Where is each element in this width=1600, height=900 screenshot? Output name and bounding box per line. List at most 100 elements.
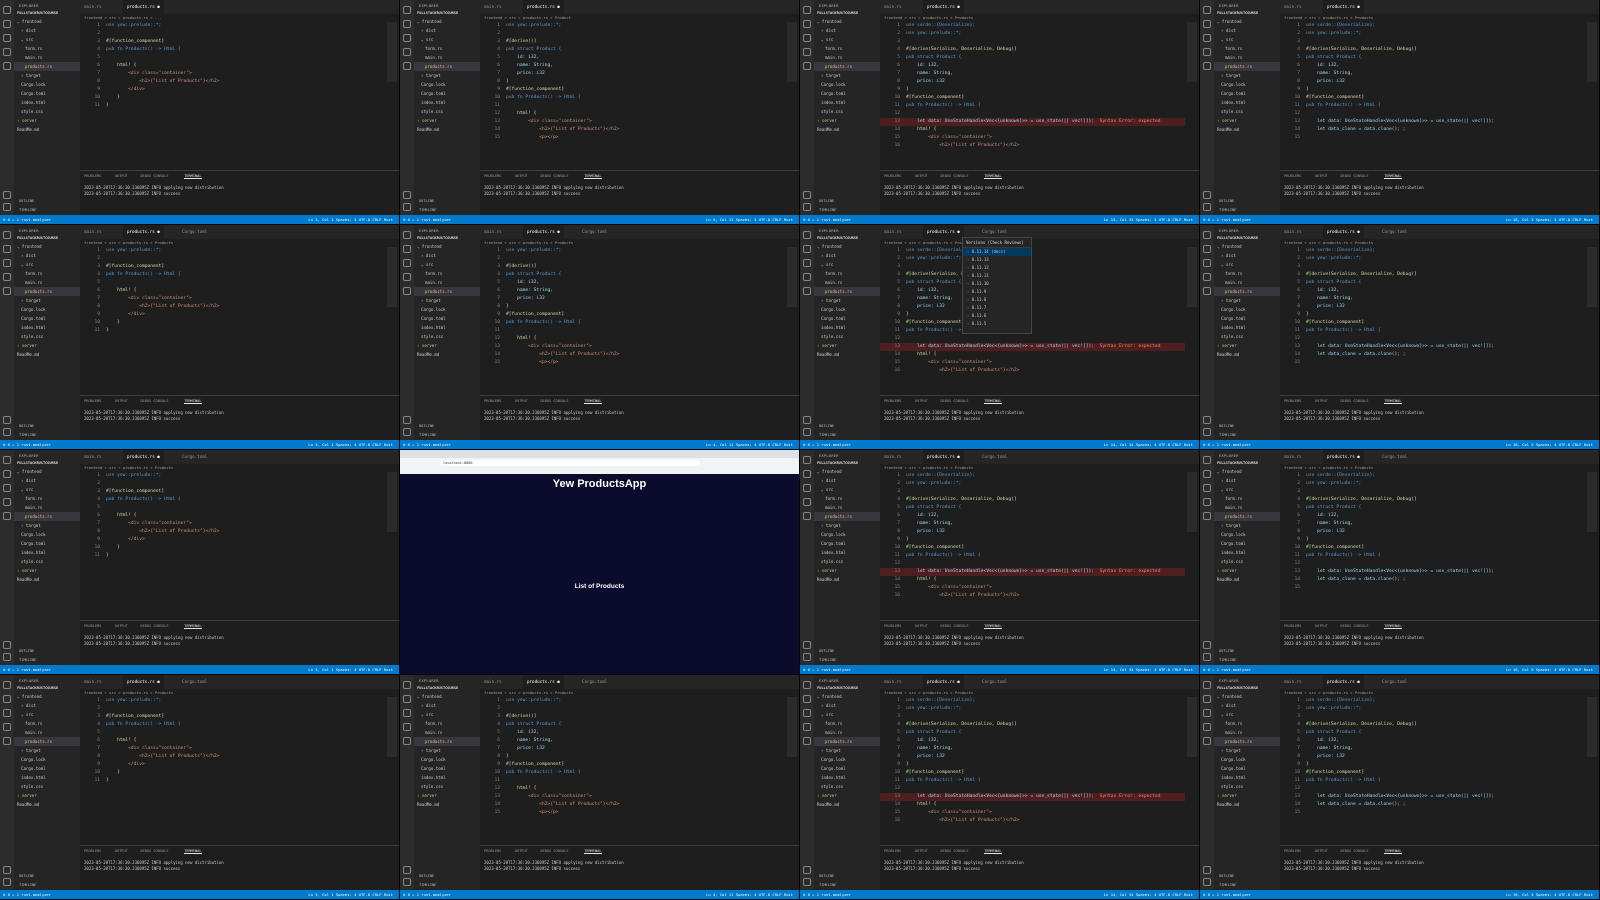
tree-file[interactable]: form.rs bbox=[14, 494, 80, 503]
gear-icon[interactable] bbox=[3, 203, 11, 211]
tab-products-rs[interactable]: products.rs ● bbox=[123, 450, 164, 464]
tree-file[interactable]: ReadMe.md bbox=[14, 125, 80, 134]
tree-file[interactable]: Cargo.lock bbox=[1214, 305, 1280, 314]
panel-tab-debug-console[interactable]: DEBUG CONSOLE bbox=[140, 399, 168, 403]
extensions-icon[interactable] bbox=[3, 737, 11, 745]
panel-tab-output[interactable]: OUTPUT bbox=[1315, 174, 1328, 178]
tree-folder[interactable]: › server bbox=[814, 341, 880, 350]
explorer-icon[interactable] bbox=[803, 231, 811, 239]
tab-main-rs[interactable]: main.rs bbox=[880, 675, 906, 689]
tab-Cargo-toml[interactable]: Cargo.toml bbox=[1378, 450, 1411, 464]
search-icon[interactable] bbox=[803, 695, 811, 703]
tree-file[interactable]: main.rs bbox=[814, 53, 880, 62]
extensions-icon[interactable] bbox=[803, 737, 811, 745]
timeline-section[interactable]: TIMELINE bbox=[19, 658, 36, 662]
panel-tab-problems[interactable]: PROBLEMS bbox=[84, 399, 101, 403]
panel-tab-problems[interactable]: PROBLEMS bbox=[484, 849, 501, 853]
search-icon[interactable] bbox=[1203, 245, 1211, 253]
tree-file[interactable]: style.css bbox=[1214, 332, 1280, 341]
search-icon[interactable] bbox=[403, 695, 411, 703]
tree-file[interactable]: ReadMe.md bbox=[1214, 800, 1280, 809]
search-icon[interactable] bbox=[803, 20, 811, 28]
version-option[interactable]: ◦ 0.11.13 bbox=[963, 256, 1031, 264]
tree-folder[interactable]: ⌄ src bbox=[814, 260, 880, 269]
tree-folder[interactable]: ⌄ src bbox=[1214, 35, 1280, 44]
versions-popup[interactable]: Versions (Check Reviews) ◦ 0.11.14 (docs)… bbox=[962, 237, 1032, 334]
tree-file[interactable]: index.html bbox=[14, 98, 80, 107]
tree-file[interactable]: style.css bbox=[414, 332, 480, 341]
debug-icon[interactable] bbox=[3, 498, 11, 506]
tab-products-rs[interactable]: products.rs ● bbox=[123, 0, 164, 14]
tree-file[interactable]: index.html bbox=[814, 548, 880, 557]
tree-file[interactable]: style.css bbox=[14, 332, 80, 341]
explorer-icon[interactable] bbox=[1203, 681, 1211, 689]
panel-tab-terminal[interactable]: TERMINAL bbox=[584, 174, 602, 179]
timeline-section[interactable]: TIMELINE bbox=[819, 208, 836, 212]
gear-icon[interactable] bbox=[1203, 203, 1211, 211]
panel-tab-debug-console[interactable]: DEBUG CONSOLE bbox=[1340, 174, 1368, 178]
tab-main-rs[interactable]: main.rs bbox=[1280, 225, 1306, 239]
status-right[interactable]: Ln 4, Col 11 Spaces: 4 UTF-8 CRLF Rust bbox=[706, 890, 793, 899]
tree-folder[interactable]: › target bbox=[414, 71, 480, 80]
tree-folder[interactable]: ⌄ frontend bbox=[1214, 242, 1280, 251]
explorer-icon[interactable] bbox=[803, 681, 811, 689]
tree-file[interactable]: main.rs bbox=[1214, 728, 1280, 737]
tab-main-rs[interactable]: main.rs bbox=[1280, 675, 1306, 689]
tree-file[interactable]: products.rs bbox=[1214, 737, 1280, 746]
status-left[interactable]: ⊗ 0 ⚠ 1 rust-analyzer bbox=[1203, 890, 1251, 899]
workspace-title[interactable]: FULLSTACKRUSTCOURSE bbox=[414, 8, 480, 15]
search-icon[interactable] bbox=[3, 695, 11, 703]
tree-folder[interactable]: › target bbox=[1214, 296, 1280, 305]
tree-file[interactable]: products.rs bbox=[814, 287, 880, 296]
panel-tab-problems[interactable]: PROBLEMS bbox=[484, 399, 501, 403]
tree-file[interactable]: Cargo.toml bbox=[14, 764, 80, 773]
tree-file[interactable]: products.rs bbox=[14, 737, 80, 746]
tree-file[interactable]: products.rs bbox=[1214, 62, 1280, 71]
source-control-icon[interactable] bbox=[403, 259, 411, 267]
tree-file[interactable]: Cargo.toml bbox=[814, 539, 880, 548]
tree-file[interactable]: main.rs bbox=[14, 728, 80, 737]
tree-file[interactable]: ReadMe.md bbox=[814, 125, 880, 134]
explorer-icon[interactable] bbox=[803, 456, 811, 464]
tree-folder[interactable]: › server bbox=[1214, 791, 1280, 800]
status-right[interactable]: Ln 16, Col 5 Spaces: 4 UTF-8 CRLF Rust bbox=[1506, 890, 1593, 899]
tree-file[interactable]: index.html bbox=[1214, 98, 1280, 107]
extensions-icon[interactable] bbox=[803, 512, 811, 520]
code-editor[interactable]: 1 use serde::{Deserialize}; 2 use yew::prel… bbox=[1280, 247, 1585, 395]
tree-folder[interactable]: ⌄ src bbox=[414, 260, 480, 269]
tab-products-rs[interactable]: products.rs ● bbox=[923, 450, 964, 464]
tree-file[interactable]: Cargo.lock bbox=[14, 305, 80, 314]
extensions-icon[interactable] bbox=[1203, 737, 1211, 745]
tree-folder[interactable]: › dist bbox=[414, 251, 480, 260]
source-control-icon[interactable] bbox=[803, 259, 811, 267]
minimap[interactable] bbox=[387, 22, 397, 82]
status-left[interactable]: ⊗ 0 ⚠ 1 rust-analyzer bbox=[3, 890, 51, 899]
search-icon[interactable] bbox=[403, 20, 411, 28]
tree-folder[interactable]: › target bbox=[14, 296, 80, 305]
tree-file[interactable]: Cargo.lock bbox=[814, 755, 880, 764]
tree-file[interactable]: main.rs bbox=[1214, 278, 1280, 287]
extensions-icon[interactable] bbox=[1203, 512, 1211, 520]
bookmarks-bar[interactable] bbox=[400, 468, 799, 474]
outline-section[interactable]: OUTLINE bbox=[819, 199, 834, 203]
extensions-icon[interactable] bbox=[803, 62, 811, 70]
minimap[interactable] bbox=[1187, 22, 1197, 82]
version-option[interactable]: ◦ 0.11.12 bbox=[963, 264, 1031, 272]
tree-folder[interactable]: › dist bbox=[1214, 251, 1280, 260]
tab-main-rs[interactable]: main.rs bbox=[480, 0, 506, 14]
minimap[interactable] bbox=[787, 22, 797, 82]
tab-Cargo-toml[interactable]: Cargo.toml bbox=[178, 450, 211, 464]
tree-file[interactable]: index.html bbox=[14, 323, 80, 332]
account-icon[interactable] bbox=[1203, 866, 1211, 874]
tree-file[interactable]: main.rs bbox=[414, 278, 480, 287]
gear-icon[interactable] bbox=[803, 428, 811, 436]
status-left[interactable]: ⊗ 0 ⚠ 1 rust-analyzer bbox=[403, 890, 451, 899]
source-control-icon[interactable] bbox=[1203, 259, 1211, 267]
debug-icon[interactable] bbox=[403, 48, 411, 56]
gear-icon[interactable] bbox=[3, 878, 11, 886]
status-right[interactable]: Ln 3, Col 1 Spaces: 4 UTF-8 CRLF Rust bbox=[308, 890, 393, 899]
outline-section[interactable]: OUTLINE bbox=[1219, 649, 1234, 653]
code-editor[interactable]: 1 use serde::{Deserialize}; 2 use yew::prel… bbox=[1280, 697, 1585, 845]
tree-file[interactable]: Cargo.toml bbox=[814, 764, 880, 773]
status-right[interactable]: Ln 3, Col 1 Spaces: 4 UTF-8 CRLF Rust bbox=[308, 440, 393, 449]
